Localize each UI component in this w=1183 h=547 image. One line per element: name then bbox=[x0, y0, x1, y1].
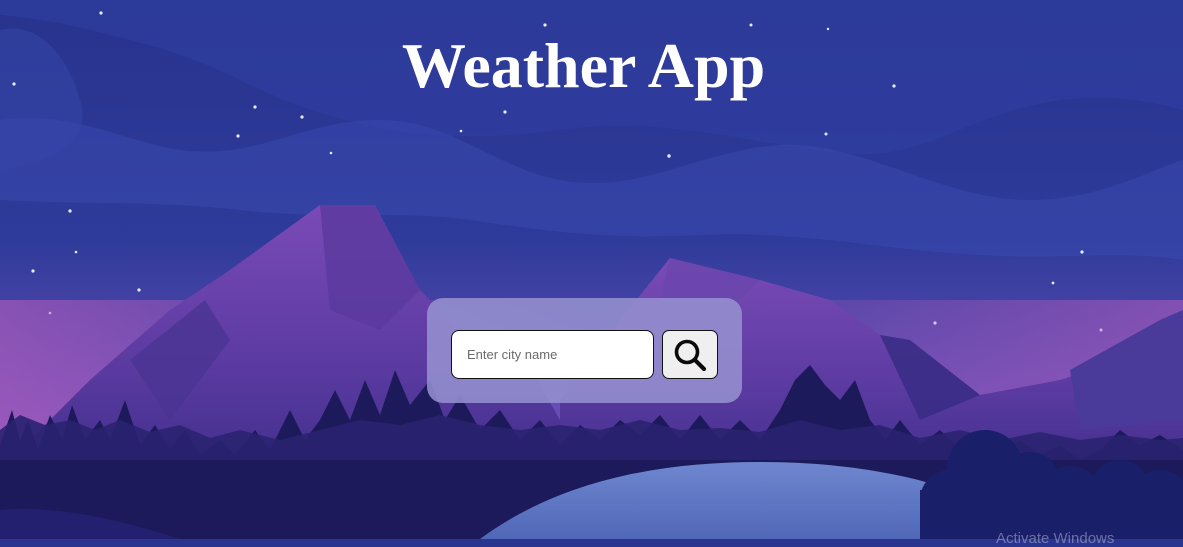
search-button[interactable] bbox=[662, 330, 718, 379]
app-title: Weather App bbox=[401, 30, 766, 101]
search-icon bbox=[674, 339, 707, 371]
search-card bbox=[427, 298, 742, 403]
city-search-input[interactable] bbox=[451, 330, 654, 379]
